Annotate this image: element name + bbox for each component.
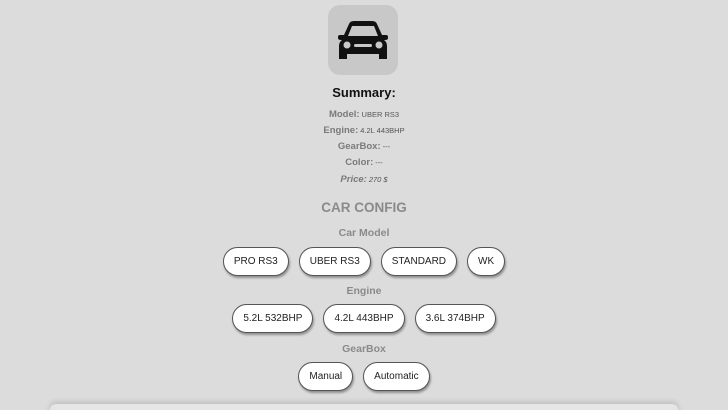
model-option-standard[interactable]: STANDARD <box>380 247 458 276</box>
car-model-options: PRO RS3 UBER RS3 STANDARD WK <box>0 247 728 276</box>
engine-options: 5.2L 532BHP 4.2L 443BHP 3.6L 374BHP <box>0 304 728 333</box>
summary-engine-label: Engine: <box>323 125 359 136</box>
engine-option-5-2l[interactable]: 5.2L 532BHP <box>232 304 314 333</box>
summary-model: Model: UBER RS3 <box>0 109 728 120</box>
engine-label: Engine <box>346 285 382 297</box>
engine-option-3-6l[interactable]: 3.6L 374BHP <box>414 304 496 333</box>
gearbox-option-automatic[interactable]: Automatic <box>363 362 430 391</box>
summary-price: Price: 270 $ <box>0 174 728 185</box>
summary-price-value: 270 $ <box>368 175 388 184</box>
summary-color-value: --- <box>375 158 383 167</box>
config-title: CAR CONFIG <box>321 200 407 215</box>
car-image-tile <box>328 5 398 75</box>
model-option-uber-rs3[interactable]: UBER RS3 <box>298 247 371 276</box>
bottom-panel-edge <box>50 404 678 410</box>
summary-gearbox: GearBox: --- <box>0 141 728 152</box>
summary-gearbox-value: --- <box>382 142 391 151</box>
summary-model-label: Model: <box>328 109 360 120</box>
summary-color: Color: --- <box>0 157 728 168</box>
summary-model-value: UBER RS3 <box>361 110 400 119</box>
summary-gearbox-label: GearBox: <box>337 141 381 152</box>
model-option-pro-rs3[interactable]: PRO RS3 <box>222 247 289 276</box>
gearbox-option-manual[interactable]: Manual <box>298 362 354 391</box>
summary-engine-value: 4.2L 443BHP <box>360 126 405 135</box>
model-option-wk[interactable]: WK <box>467 247 506 276</box>
gearbox-options: Manual Automatic <box>0 362 728 391</box>
car-model-label: Car Model <box>338 227 390 239</box>
summary-engine: Engine: 4.2L 443BHP <box>0 125 728 136</box>
summary-title: Summary: <box>332 85 396 100</box>
gearbox-label: GearBox <box>342 343 386 355</box>
engine-option-4-2l[interactable]: 4.2L 443BHP <box>323 304 405 333</box>
car-configurator-page: Summary: Model: UBER RS3 Engine: 4.2L 443B… <box>0 0 728 410</box>
summary-color-label: Color: <box>345 157 374 168</box>
summary-price-label: Price: <box>340 174 367 185</box>
car-icon <box>338 21 388 59</box>
